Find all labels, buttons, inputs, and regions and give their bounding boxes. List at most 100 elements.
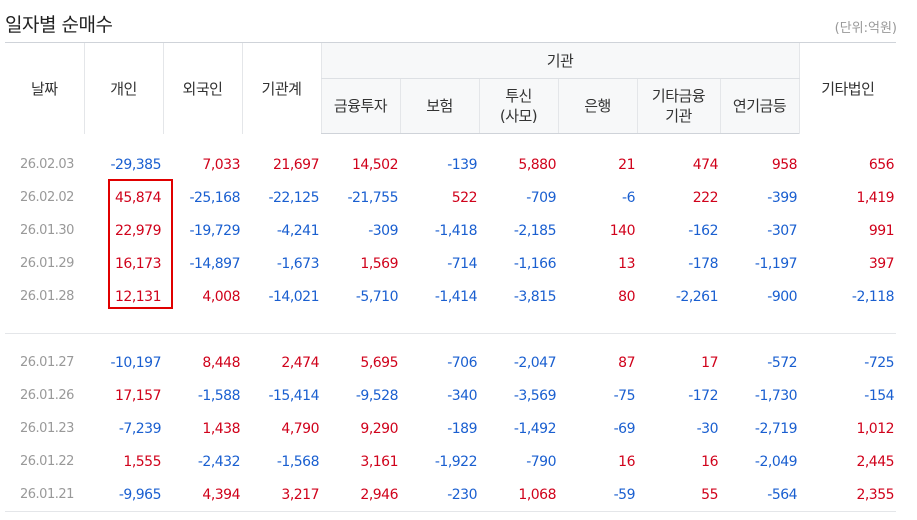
table-row: 26.01.22 1,555 -2,432 -1,568 3,161 -1,922 -790… (5, 445, 896, 478)
value-cell: -1,673 (276, 255, 320, 272)
value-cell: -2,719 (754, 420, 798, 437)
value-cell: -9,528 (355, 387, 399, 404)
value-cell: -714 (447, 255, 477, 272)
net-buy-table: 날짜 개인 외국인 기관계 기관 기타법인 금융투자 보험 투신 (사모) 은행… (5, 42, 897, 512)
date-cell: 26.01.21 (20, 487, 74, 502)
value-cell: -900 (767, 288, 798, 305)
value-cell: -25,168 (189, 189, 240, 206)
value-cell: -1,418 (434, 222, 478, 239)
value-cell: -59 (613, 486, 636, 503)
header-institution-total: 기관계 (241, 42, 321, 134)
value-cell: 656 (868, 156, 895, 173)
table-row: 26.01.23 -7,239 1,438 4,790 9,290 -189 -1,492 -… (5, 412, 896, 445)
value-cell: -709 (526, 189, 556, 206)
value-cell: 45,874 (115, 189, 162, 206)
value-cell: 2,946 (360, 486, 398, 503)
header-pension: 연기금등 (719, 78, 800, 134)
value-cell: 1,569 (360, 255, 398, 272)
header-individual: 개인 (83, 42, 163, 134)
value-cell: 17,157 (115, 387, 162, 404)
header-other-corp: 기타법인 (798, 42, 897, 134)
value-cell: -1,166 (513, 255, 557, 272)
value-cell: -189 (447, 420, 477, 437)
value-cell: -230 (447, 486, 477, 503)
value-cell: -2,185 (513, 222, 557, 239)
value-cell: 4,394 (202, 486, 240, 503)
header-investment-trust: 투신 (사모) (478, 78, 558, 134)
value-cell: -139 (447, 156, 477, 173)
table-row: 26.01.30 22,979 -19,729 -4,241 -309 -1,418 -2,… (5, 214, 896, 247)
value-cell: -2,047 (513, 354, 557, 371)
date-cell: 26.01.28 (20, 289, 74, 304)
value-cell: -154 (864, 387, 895, 404)
value-cell: -2,432 (197, 453, 241, 470)
value-cell: 8,448 (202, 354, 240, 371)
value-cell: -340 (447, 387, 477, 404)
value-cell: -30 (696, 420, 719, 437)
table-row: 26.01.27 -10,197 8,448 2,474 5,695 -706 -2,047… (5, 346, 896, 379)
date-cell: 26.01.23 (20, 421, 74, 436)
header-other-financial: 기타금융 기관 (636, 78, 720, 134)
value-cell: 17 (701, 354, 718, 371)
header-institution-group: 기관 (320, 42, 800, 79)
value-cell: -22,125 (268, 189, 319, 206)
header-insurance: 보험 (399, 78, 479, 134)
value-cell: 2,445 (856, 453, 895, 470)
unit-label: (단위:억원) (834, 21, 897, 36)
value-cell: -790 (526, 453, 556, 470)
value-cell: 21,697 (273, 156, 320, 173)
value-cell: 991 (868, 222, 895, 239)
value-cell: -564 (767, 486, 798, 503)
value-cell: -21,755 (347, 189, 398, 206)
value-cell: -10,197 (110, 354, 161, 371)
value-cell: 3,217 (281, 486, 319, 503)
header-bank: 은행 (557, 78, 637, 134)
value-cell: -172 (688, 387, 718, 404)
value-cell: 1,555 (123, 453, 161, 470)
value-cell: 397 (868, 255, 895, 272)
value-cell: -1,197 (754, 255, 798, 272)
table-body: 26.02.03 -29,385 7,033 21,697 14,502 -139 5,88… (5, 134, 897, 512)
value-cell: 1,419 (856, 189, 895, 206)
value-cell: 55 (701, 486, 718, 503)
value-cell: -7,239 (118, 420, 162, 437)
date-cell: 26.01.26 (20, 388, 74, 403)
value-cell: -178 (688, 255, 718, 272)
value-cell: 13 (618, 255, 635, 272)
table-row: 26.01.28 12,131 4,008 -14,021 -5,710 -1,414 -3… (5, 280, 896, 313)
value-cell: 474 (692, 156, 719, 173)
value-cell: -4,241 (276, 222, 320, 239)
value-cell: 1,012 (856, 420, 895, 437)
value-cell: 222 (692, 189, 719, 206)
value-cell: 22,979 (115, 222, 162, 239)
value-cell: 4,008 (202, 288, 240, 305)
page-title: 일자별 순매수 (5, 14, 113, 36)
table-bottom-border (5, 511, 896, 512)
header-investment-trust-line2: (사모) (499, 107, 538, 125)
table-row: 26.02.02 45,874 -25,168 -22,125 -21,755 522 -7… (5, 181, 896, 214)
value-cell: -69 (613, 420, 636, 437)
value-cell: 12,131 (115, 288, 162, 305)
value-cell: -706 (447, 354, 477, 371)
value-cell: -1,730 (754, 387, 798, 404)
date-cell: 26.02.03 (20, 157, 74, 172)
header-other-financial-line1: 기타금융 (651, 87, 706, 105)
value-cell: -725 (864, 354, 895, 371)
value-cell: -15,414 (268, 387, 319, 404)
value-cell: 21 (618, 156, 635, 173)
value-cell: -29,385 (110, 156, 161, 173)
value-cell: -14,897 (189, 255, 240, 272)
value-cell: -1,568 (276, 453, 320, 470)
value-cell: -307 (767, 222, 798, 239)
header-investment-trust-line1: 투신 (505, 87, 532, 105)
value-cell: 7,033 (202, 156, 240, 173)
value-cell: 16,173 (115, 255, 162, 272)
date-cell: 26.02.02 (20, 190, 74, 205)
value-cell: 16 (701, 453, 718, 470)
value-cell: -162 (688, 222, 718, 239)
header-other-financial-line2: 기관 (665, 107, 692, 125)
row-spacer (5, 313, 897, 334)
value-cell: -2,049 (754, 453, 798, 470)
value-cell: -5,710 (355, 288, 399, 305)
header-financial-investment: 금융투자 (320, 78, 400, 134)
